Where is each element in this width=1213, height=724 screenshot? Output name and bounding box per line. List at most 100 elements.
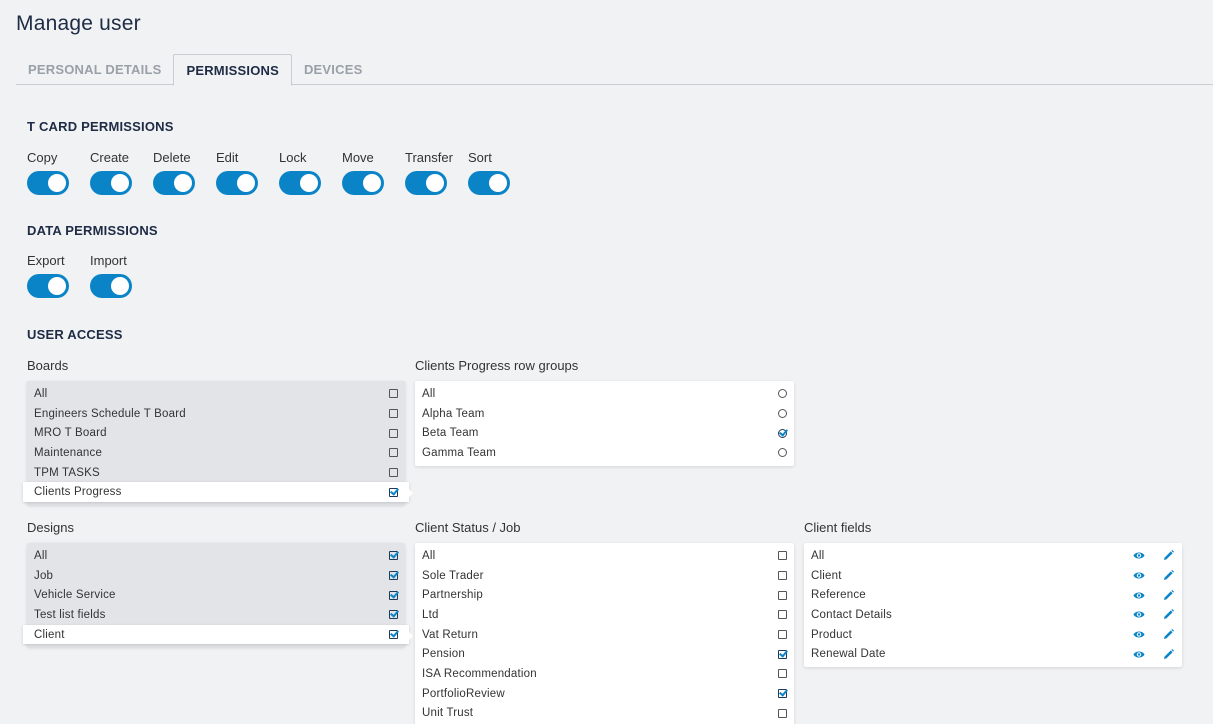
list-item[interactable]: Ltd	[415, 605, 794, 625]
checkbox-checked-icon[interactable]	[389, 590, 398, 600]
t-card-permissions-heading: T CARD PERMISSIONS	[27, 119, 174, 134]
list-item-label: Client	[34, 628, 65, 641]
checkbox-icon[interactable]	[778, 669, 787, 679]
pencil-icon[interactable]	[1161, 588, 1175, 602]
list-item[interactable]: Alpha Team	[415, 404, 794, 424]
list-item[interactable]: Vat Return	[415, 625, 794, 645]
checkbox-icon[interactable]	[778, 610, 787, 620]
delete-toggle[interactable]	[153, 171, 195, 195]
client-status-list: All Sole Trader Partnership Ltd Vat Return Pe…	[415, 543, 794, 724]
list-item[interactable]: Partnership	[415, 585, 794, 605]
row-groups-label: Clients Progress row groups	[415, 358, 579, 373]
checkbox-icon[interactable]	[778, 571, 787, 581]
checkbox-checked-icon[interactable]	[389, 487, 398, 497]
row-groups-list: All Alpha Team Beta Team Gamma Team	[415, 381, 794, 466]
list-item[interactable]: Sole Trader	[415, 566, 794, 586]
list-item[interactable]: All	[27, 546, 405, 566]
list-item[interactable]: Gamma Team	[415, 443, 794, 463]
list-item[interactable]: MRO T Board	[27, 423, 405, 443]
list-item[interactable]: Client	[804, 566, 1182, 586]
list-item[interactable]: Reference	[804, 585, 1182, 605]
list-item-label: ISA Recommendation	[422, 667, 537, 680]
checkbox-icon[interactable]	[389, 389, 398, 399]
checkbox-icon[interactable]	[389, 468, 398, 478]
radio-icon[interactable]	[778, 409, 787, 419]
export-toggle[interactable]	[27, 274, 69, 298]
list-item-label: Pension	[422, 648, 465, 661]
sort-toggle[interactable]	[468, 171, 510, 195]
transfer-toggle[interactable]	[405, 171, 447, 195]
t-card-permissions-toggles: Copy Create Delete Edit Lock Move Transfer Sort	[27, 151, 531, 195]
checkbox-checked-icon[interactable]	[778, 689, 787, 699]
list-item[interactable]: PortfolioReview	[415, 684, 794, 704]
checkbox-icon[interactable]	[778, 708, 787, 718]
toggle-label-lock: Lock	[279, 150, 307, 165]
list-item-label: Client	[811, 569, 842, 582]
pencil-icon[interactable]	[1161, 628, 1175, 642]
checkbox-checked-icon[interactable]	[389, 630, 398, 640]
pencil-icon[interactable]	[1161, 549, 1175, 563]
list-item-label: Alpha Team	[422, 407, 485, 420]
create-toggle[interactable]	[90, 171, 132, 195]
list-item[interactable]: All	[415, 384, 794, 404]
list-item[interactable]: Contact Details	[804, 605, 1182, 625]
list-item[interactable]: Renewal Date	[804, 644, 1182, 664]
list-item[interactable]: All	[415, 546, 794, 566]
pencil-icon[interactable]	[1161, 608, 1175, 622]
checkbox-icon[interactable]	[389, 448, 398, 458]
checkbox-icon[interactable]	[389, 428, 398, 438]
list-item[interactable]: TPM TASKS	[27, 463, 405, 483]
eye-icon[interactable]	[1132, 628, 1146, 642]
list-item-label: Beta Team	[422, 427, 479, 440]
copy-toggle[interactable]	[27, 171, 69, 195]
checkbox-checked-icon[interactable]	[389, 610, 398, 620]
pencil-icon[interactable]	[1161, 647, 1175, 661]
list-item[interactable]: Clients Progress	[23, 482, 413, 503]
data-permissions-heading: DATA PERMISSIONS	[27, 223, 158, 238]
checkbox-checked-icon[interactable]	[778, 649, 787, 659]
list-item[interactable]: Beta Team	[415, 423, 794, 443]
checkbox-checked-icon[interactable]	[389, 551, 398, 561]
list-item-label: PortfolioReview	[422, 687, 505, 700]
list-item[interactable]: Maintenance	[27, 443, 405, 463]
list-item[interactable]: Product	[804, 625, 1182, 645]
radio-icon[interactable]	[778, 389, 787, 399]
tab-devices[interactable]: DEVICES	[292, 54, 374, 85]
list-item[interactable]: Client	[23, 624, 413, 645]
toggle-label-copy: Copy	[27, 150, 58, 165]
list-item-label: Reference	[811, 589, 866, 602]
eye-icon[interactable]	[1132, 608, 1146, 622]
radio-icon[interactable]	[778, 448, 787, 458]
tab-bar: PERSONAL DETAILS PERMISSIONS DEVICES	[16, 54, 1213, 86]
toggle-knob	[48, 277, 66, 295]
eye-icon[interactable]	[1132, 569, 1146, 583]
checkbox-icon[interactable]	[778, 630, 787, 640]
checkbox-icon[interactable]	[778, 590, 787, 600]
list-item[interactable]: All	[804, 546, 1182, 566]
toggle-item-sort: Sort	[468, 151, 531, 195]
import-toggle[interactable]	[90, 274, 132, 298]
list-item[interactable]: ISA Recommendation	[415, 664, 794, 684]
list-item[interactable]: Vehicle Service	[27, 585, 405, 605]
checkbox-checked-icon[interactable]	[389, 571, 398, 581]
lock-toggle[interactable]	[279, 171, 321, 195]
list-item-label: Test list fields	[34, 608, 106, 621]
checkbox-icon[interactable]	[389, 409, 398, 419]
move-toggle[interactable]	[342, 171, 384, 195]
eye-icon[interactable]	[1132, 647, 1146, 661]
eye-icon[interactable]	[1132, 588, 1146, 602]
list-item[interactable]: Job	[27, 566, 405, 586]
list-item[interactable]: Engineers Schedule T Board	[27, 404, 405, 424]
edit-toggle[interactable]	[216, 171, 258, 195]
checked-icon[interactable]	[778, 428, 787, 438]
checkbox-icon[interactable]	[778, 551, 787, 561]
list-item[interactable]: All	[27, 384, 405, 404]
list-item-label: Job	[34, 569, 54, 582]
eye-icon[interactable]	[1132, 549, 1146, 563]
list-item[interactable]: Pension	[415, 644, 794, 664]
tab-permissions[interactable]: PERMISSIONS	[173, 54, 292, 86]
tab-personal-details[interactable]: PERSONAL DETAILS	[16, 54, 173, 85]
pencil-icon[interactable]	[1161, 569, 1175, 583]
list-item[interactable]: Test list fields	[27, 605, 405, 625]
list-item[interactable]: Unit Trust	[415, 704, 794, 724]
